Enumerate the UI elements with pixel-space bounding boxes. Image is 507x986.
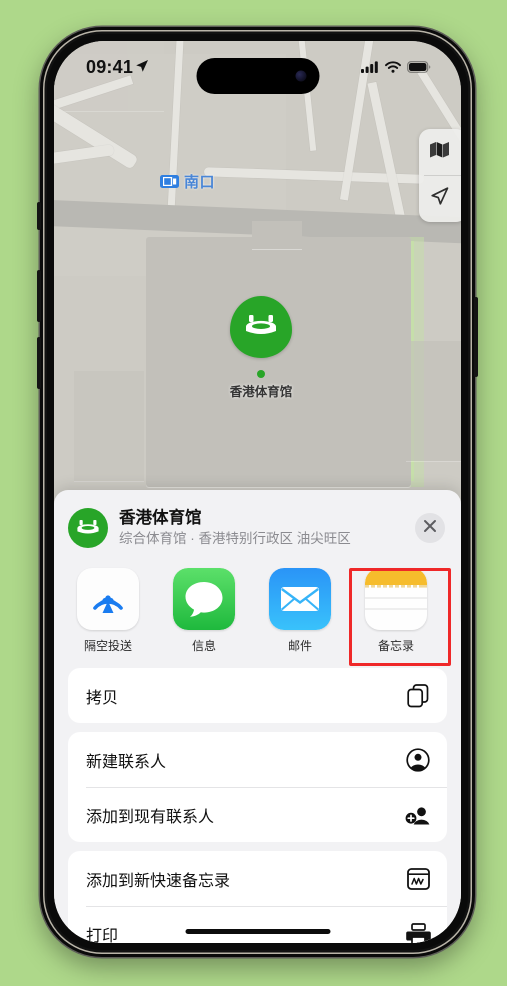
- action-label: 打印: [86, 927, 119, 944]
- share-action-list: 拷贝 新建联系人 添加到现有联系人 添加到新快速备忘录 打印: [54, 668, 461, 943]
- action-row-add-existing-contact[interactable]: 添加到现有联系人: [68, 787, 447, 842]
- volume-down-button[interactable]: [37, 337, 41, 389]
- airdrop-icon: [77, 568, 139, 630]
- share-app-messages[interactable]: 信息: [166, 568, 242, 654]
- transit-entrance-icon: [160, 175, 179, 188]
- map-controls[interactable]: [419, 129, 461, 222]
- folded-map-icon: [429, 141, 450, 163]
- phone-screen: 南口 香港体育馆 09:41 香港体育馆 综合体育馆 · 香港特别行政区 油尖旺…: [54, 41, 461, 943]
- share-app-row[interactable]: 隔空投送 信息 邮件 备忘录: [54, 560, 461, 668]
- map-place-pin[interactable]: 香港体育馆: [228, 296, 294, 400]
- status-indicators: [361, 61, 431, 73]
- action-row-new-quick-note[interactable]: 添加到新快速备忘录: [68, 851, 447, 906]
- location-arrow-icon: [135, 59, 149, 75]
- action-group: 新建联系人 添加到现有联系人: [68, 732, 447, 842]
- share-app-airdrop[interactable]: 隔空投送: [70, 568, 146, 654]
- map-type-button[interactable]: [419, 129, 461, 175]
- share-app-mail[interactable]: 邮件: [262, 568, 338, 654]
- share-app-reminders[interactable]: 提醒: [454, 568, 461, 654]
- printer-icon: [405, 921, 431, 943]
- volume-up-button[interactable]: [37, 270, 41, 322]
- action-label: 拷贝: [86, 689, 119, 707]
- transit-station-name: 南口: [184, 174, 216, 191]
- home-indicator[interactable]: [185, 929, 330, 934]
- action-label: 新建联系人: [86, 753, 167, 771]
- location-arrow-icon: [429, 186, 450, 212]
- person-circle-icon: [405, 747, 431, 773]
- silent-switch[interactable]: [37, 202, 41, 230]
- front-camera: [295, 70, 306, 82]
- wifi-icon: [385, 61, 401, 73]
- action-row-print[interactable]: 打印: [68, 906, 447, 943]
- share-sheet-title: 香港体育馆: [119, 509, 202, 528]
- status-time-group: 09:41: [86, 57, 149, 78]
- battery-icon: [407, 61, 431, 73]
- transit-station-label[interactable]: 南口: [160, 171, 215, 192]
- share-app-label: 隔空投送: [83, 639, 132, 653]
- mail-icon: [269, 568, 331, 630]
- cellular-bars-icon: [361, 61, 379, 73]
- action-label: 添加到新快速备忘录: [86, 872, 231, 890]
- notes-icon: [365, 568, 427, 630]
- messages-icon: [173, 568, 235, 630]
- close-x-icon: [423, 519, 437, 538]
- copy-icon: [405, 683, 431, 709]
- quick-note-icon: [405, 866, 431, 892]
- share-sheet-titles: 香港体育馆 综合体育馆 · 香港特别行政区 油尖旺区: [119, 508, 415, 548]
- locate-me-button[interactable]: [419, 176, 461, 222]
- share-sheet: 香港体育馆 综合体育馆 · 香港特别行政区 油尖旺区 隔空投送 信息 邮件 备忘…: [54, 490, 461, 943]
- share-app-notes[interactable]: 备忘录: [358, 568, 434, 654]
- pin-anchor-dot: [257, 370, 265, 378]
- share-app-label: 备忘录: [377, 639, 414, 653]
- map-pin-label: 香港体育馆: [229, 385, 293, 399]
- action-row-new-contact[interactable]: 新建联系人: [68, 732, 447, 787]
- close-button[interactable]: [415, 513, 445, 543]
- status-time: 09:41: [86, 56, 134, 77]
- action-group: 拷贝: [68, 668, 447, 723]
- stadium-icon: [230, 296, 292, 358]
- dynamic-island: [196, 58, 319, 94]
- stadium-icon: [68, 508, 108, 548]
- share-app-label: 信息: [191, 639, 216, 653]
- map-building-annex: [252, 221, 302, 249]
- share-sheet-header: 香港体育馆 综合体育馆 · 香港特别行政区 油尖旺区: [54, 490, 461, 560]
- phone-frame: 南口 香港体育馆 09:41 香港体育馆 综合体育馆 · 香港特别行政区 油尖旺…: [37, 27, 478, 957]
- map-building-annex: [406, 341, 461, 461]
- share-app-label: 邮件: [287, 639, 312, 653]
- share-sheet-subtitle: 综合体育馆 · 香港特别行政区 油尖旺区: [119, 530, 351, 546]
- power-button[interactable]: [474, 297, 478, 377]
- action-label: 添加到现有联系人: [86, 808, 215, 826]
- map-building-annex: [74, 371, 144, 481]
- action-row-copy[interactable]: 拷贝: [68, 668, 447, 723]
- person-add-icon: [405, 802, 431, 828]
- share-app-label: 提醒: [454, 637, 461, 654]
